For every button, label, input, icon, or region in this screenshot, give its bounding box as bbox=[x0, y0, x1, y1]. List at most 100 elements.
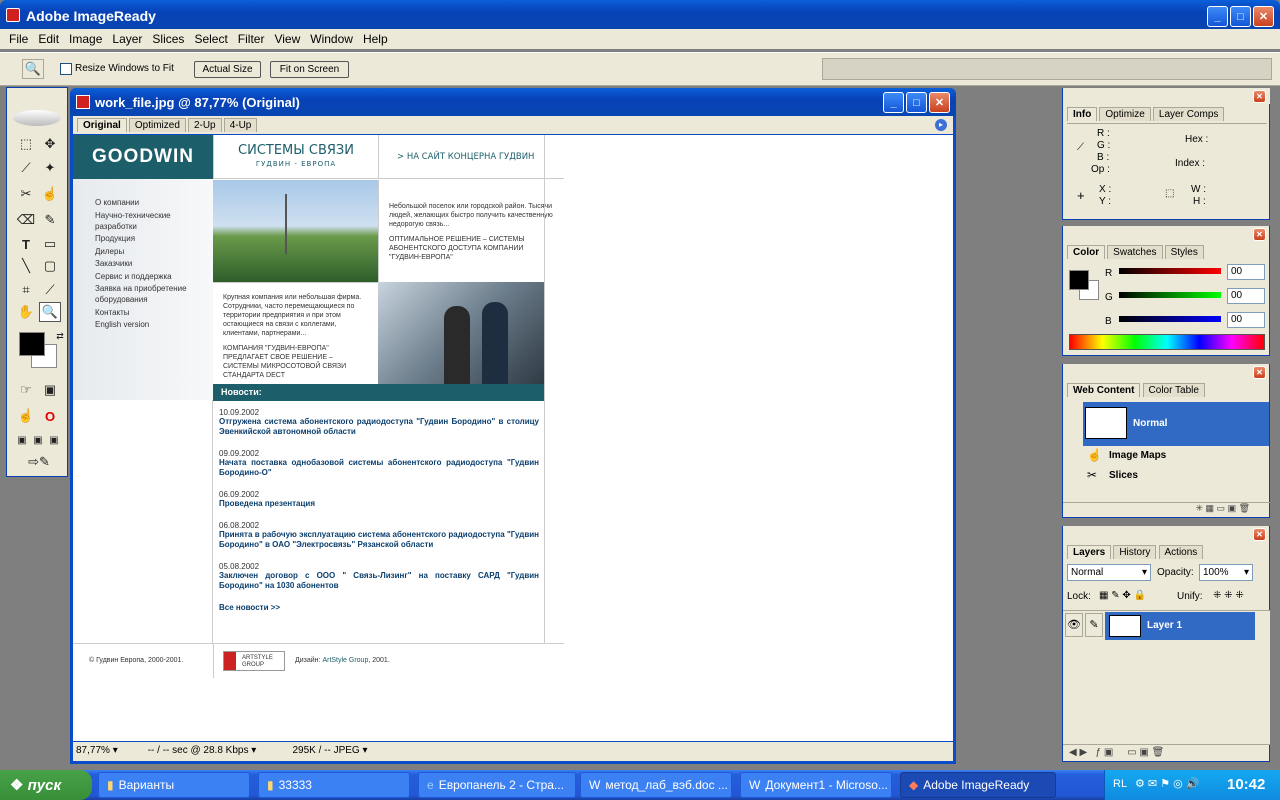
menu-select[interactable]: Select bbox=[189, 32, 232, 46]
doc-maximize-button[interactable]: □ bbox=[906, 92, 927, 113]
nav-item[interactable]: Контакты bbox=[95, 307, 195, 318]
nav-item[interactable]: English version bbox=[95, 319, 195, 330]
maximize-button[interactable]: □ bbox=[1230, 6, 1251, 27]
document-menu-arrow-icon[interactable]: ▸ bbox=[935, 119, 947, 131]
fit-on-screen-button[interactable]: Fit on Screen bbox=[270, 61, 349, 78]
preview-browser-icon[interactable]: O bbox=[39, 406, 61, 426]
value-b[interactable]: 00 bbox=[1227, 312, 1265, 328]
menu-filter[interactable]: Filter bbox=[233, 32, 270, 46]
palette-well[interactable] bbox=[822, 58, 1272, 80]
taskbar-item[interactable]: ▮ 33333 bbox=[258, 772, 410, 798]
all-news-link[interactable]: Все новости >> bbox=[219, 603, 539, 613]
nav-item[interactable]: Научно-технические разработки bbox=[95, 210, 195, 232]
web-item-slices[interactable]: Slices bbox=[1109, 470, 1138, 481]
marquee-tool-icon[interactable]: ⬚ bbox=[15, 134, 37, 154]
menu-image[interactable]: Image bbox=[64, 32, 107, 46]
news-title[interactable]: Начата поставка однобазовой системы абон… bbox=[219, 458, 539, 478]
site-concern-link[interactable]: > НА САЙТ КОНЦЕРНА ГУДВИН bbox=[397, 152, 534, 162]
rectangle-tool-icon[interactable]: ▭ bbox=[39, 234, 61, 254]
tab-history[interactable]: History bbox=[1113, 545, 1157, 559]
hand-tool-icon[interactable]: ✋ bbox=[15, 302, 37, 322]
color-panel-close-button[interactable]: ✕ bbox=[1253, 228, 1266, 241]
web-panel-close-button[interactable]: ✕ bbox=[1253, 366, 1266, 379]
tab-2up[interactable]: 2-Up bbox=[187, 118, 222, 132]
toggle-slices-icon[interactable]: ▣ bbox=[39, 380, 61, 400]
close-button[interactable]: ✕ bbox=[1253, 6, 1274, 27]
news-title[interactable]: Отгружена система абонентского радиодост… bbox=[219, 417, 539, 437]
slider-r[interactable] bbox=[1119, 268, 1221, 274]
tab-info[interactable]: Info bbox=[1067, 107, 1098, 121]
start-button[interactable]: ❖ пуск bbox=[0, 770, 92, 800]
taskbar-item[interactable]: e Европанель 2 - Стра... bbox=[418, 772, 576, 798]
nav-item[interactable]: Заявка на приобретение оборудования bbox=[95, 283, 195, 305]
color-spectrum-bar[interactable] bbox=[1069, 334, 1265, 350]
unify-icons[interactable]: ⁜ ⁜ ⁜ bbox=[1213, 590, 1244, 601]
blend-mode-select[interactable]: Normal ▾ bbox=[1067, 564, 1151, 581]
swap-colors-icon[interactable]: ⇄ bbox=[49, 326, 71, 346]
eyedropper-tool-icon[interactable]: ⟋ bbox=[39, 280, 61, 300]
tab-swatches[interactable]: Swatches bbox=[1107, 245, 1163, 259]
lock-icons[interactable]: ▦ ✎ ✥ 🔒 bbox=[1099, 590, 1146, 601]
tab-optimized[interactable]: Optimized bbox=[128, 118, 186, 132]
nav-item[interactable]: Сервис и поддержка bbox=[95, 271, 195, 282]
tab-actions[interactable]: Actions bbox=[1158, 545, 1204, 559]
menu-file[interactable]: File bbox=[4, 32, 33, 46]
color-fg-swatch[interactable] bbox=[1069, 270, 1089, 290]
layers-panel-close-button[interactable]: ✕ bbox=[1253, 528, 1266, 541]
slice-select-icon[interactable]: ☝ bbox=[39, 184, 61, 204]
nav-item[interactable]: Дилеры bbox=[95, 246, 195, 257]
zoom-tool-icon[interactable]: 🔍 bbox=[22, 59, 44, 79]
tray-icons[interactable]: ⚙ ✉ ⚑ ◎ 🔊 bbox=[1135, 777, 1199, 790]
move-tool-icon[interactable]: ✥ bbox=[39, 134, 61, 154]
jump-to-photoshop-icon[interactable]: ⇨✎ bbox=[21, 452, 57, 472]
tab-layer-comps[interactable]: Layer Comps bbox=[1152, 107, 1225, 121]
eraser-tool-icon[interactable]: ⌫ bbox=[15, 210, 37, 230]
foreground-color-swatch[interactable] bbox=[19, 332, 45, 356]
minimize-button[interactable]: _ bbox=[1207, 6, 1228, 27]
slider-b[interactable] bbox=[1119, 316, 1221, 322]
tab-color[interactable]: Color bbox=[1067, 245, 1106, 259]
language-indicator[interactable]: RL bbox=[1113, 778, 1127, 790]
menu-window[interactable]: Window bbox=[305, 32, 358, 46]
news-title[interactable]: Заключен договор с ООО " Связь-Лизинг" н… bbox=[219, 571, 539, 591]
zoom-level-select[interactable]: 87,77% ▾ bbox=[76, 745, 128, 756]
news-title[interactable]: Проведена презентация bbox=[219, 499, 539, 509]
rounded-rect-tool-icon[interactable]: ▢ bbox=[39, 256, 61, 276]
menu-view[interactable]: View bbox=[269, 32, 305, 46]
taskbar-item[interactable]: W Документ1 - Microso... bbox=[740, 772, 892, 798]
layer-brush-icon[interactable]: ✎ bbox=[1085, 613, 1103, 637]
tab-4up[interactable]: 4-Up bbox=[223, 118, 258, 132]
taskbar-item[interactable]: ▮ Варианты bbox=[98, 772, 250, 798]
nav-item[interactable]: О компании bbox=[95, 197, 195, 208]
tab-web-content[interactable]: Web Content bbox=[1067, 383, 1141, 397]
layer-visibility-eye-icon[interactable]: 👁 bbox=[1065, 613, 1083, 637]
zoom-tool-icon-box[interactable]: 🔍 bbox=[39, 302, 61, 322]
info-panel-close-button[interactable]: ✕ bbox=[1253, 90, 1266, 103]
doc-minimize-button[interactable]: _ bbox=[883, 92, 904, 113]
brush-tool-icon[interactable]: ✎ bbox=[39, 210, 61, 230]
nav-item[interactable]: Заказчики bbox=[95, 258, 195, 269]
image-map-tool-icon[interactable]: ☞ bbox=[15, 380, 37, 400]
layer-row[interactable]: Layer 1 bbox=[1105, 612, 1255, 640]
nav-item[interactable]: Продукция bbox=[95, 233, 195, 244]
slice-tool-icon[interactable]: ✂ bbox=[15, 184, 37, 204]
actual-size-button[interactable]: Actual Size bbox=[194, 61, 261, 78]
slider-g[interactable] bbox=[1119, 292, 1221, 298]
crop-tool-icon[interactable]: ⌗ bbox=[15, 280, 37, 300]
web-item-normal[interactable]: Normal bbox=[1083, 402, 1269, 446]
file-size-select[interactable]: 295K / -- JPEG ▾ bbox=[269, 745, 391, 756]
taskbar-item[interactable]: Wметод_лаб_вэб.doc ... bbox=[580, 772, 732, 798]
taskbar-item-active[interactable]: ◆ Adobe ImageReady bbox=[900, 772, 1056, 798]
menu-layer[interactable]: Layer bbox=[107, 32, 147, 46]
screen-mode-3-icon[interactable]: ▣ bbox=[43, 430, 65, 450]
lasso-tool-icon[interactable]: ⟋ bbox=[15, 158, 37, 178]
magic-wand-icon[interactable]: ✦ bbox=[39, 158, 61, 178]
tab-color-table[interactable]: Color Table bbox=[1142, 383, 1205, 397]
tab-styles[interactable]: Styles bbox=[1164, 245, 1204, 259]
canvas[interactable]: GOODWIN О компании Научно-технические ра… bbox=[73, 135, 953, 741]
resize-windows-checkbox[interactable] bbox=[60, 63, 72, 75]
tab-original[interactable]: Original bbox=[77, 118, 127, 132]
download-speed-select[interactable]: -- / -- sec @ 28.8 Kbps ▾ bbox=[143, 745, 261, 756]
tab-layers[interactable]: Layers bbox=[1067, 545, 1112, 559]
value-g[interactable]: 00 bbox=[1227, 288, 1265, 304]
